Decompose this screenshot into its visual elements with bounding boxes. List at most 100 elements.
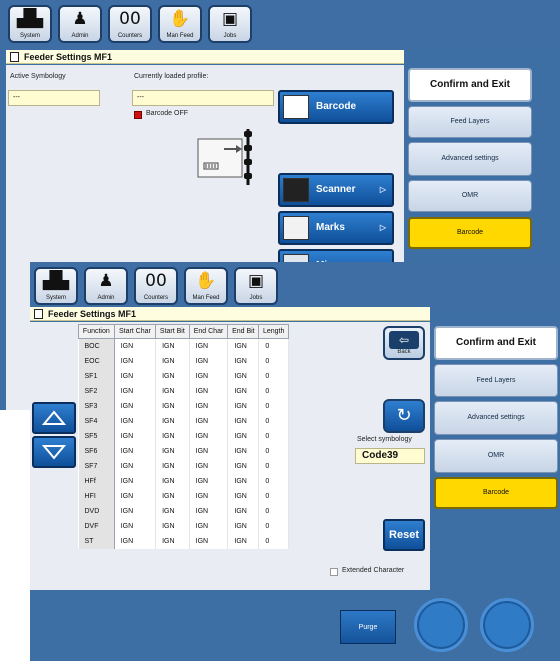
value-cell[interactable]: 0 bbox=[258, 428, 289, 444]
value-cell[interactable]: 0 bbox=[258, 368, 289, 384]
table-row[interactable]: SF4 IGN IGN IGN IGN 0 bbox=[78, 413, 289, 429]
value-cell[interactable]: IGN bbox=[155, 413, 190, 429]
purge-button[interactable]: Purge bbox=[340, 610, 396, 644]
value-cell[interactable]: IGN bbox=[114, 398, 157, 414]
value-cell[interactable]: IGN bbox=[227, 398, 260, 414]
table-row[interactable]: ST IGN IGN IGN IGN 0 bbox=[78, 533, 289, 549]
value-cell[interactable]: 0 bbox=[258, 518, 289, 534]
confirm-and-exit-button[interactable]: Confirm and Exit bbox=[434, 326, 558, 360]
nav-admin-button[interactable]: ♟ Admin bbox=[84, 267, 128, 305]
value-cell[interactable]: IGN bbox=[189, 428, 229, 444]
value-cell[interactable]: 0 bbox=[258, 503, 289, 519]
extended-character-checkbox[interactable] bbox=[330, 568, 338, 576]
value-cell[interactable]: IGN bbox=[114, 473, 157, 489]
value-cell[interactable]: IGN bbox=[155, 428, 190, 444]
value-cell[interactable]: IGN bbox=[189, 338, 229, 354]
value-cell[interactable]: IGN bbox=[227, 383, 260, 399]
scroll-up-button[interactable] bbox=[32, 402, 76, 434]
value-cell[interactable]: 0 bbox=[258, 383, 289, 399]
round-control-button-right[interactable] bbox=[480, 598, 534, 652]
value-cell[interactable]: IGN bbox=[227, 338, 260, 354]
value-cell[interactable]: IGN bbox=[189, 488, 229, 504]
nav-jobs-button[interactable]: ▣ Jobs bbox=[208, 5, 252, 43]
table-row[interactable]: DVD IGN IGN IGN IGN 0 bbox=[78, 503, 289, 519]
nav-man-feed-button[interactable]: ✋ Man Feed bbox=[158, 5, 202, 43]
value-cell[interactable]: IGN bbox=[114, 458, 157, 474]
value-cell[interactable]: IGN bbox=[227, 368, 260, 384]
table-row[interactable]: SF1 IGN IGN IGN IGN 0 bbox=[78, 368, 289, 384]
value-cell[interactable]: IGN bbox=[227, 503, 260, 519]
value-cell[interactable]: IGN bbox=[155, 398, 190, 414]
rotate-symbology-button[interactable]: ↻ bbox=[383, 399, 425, 433]
barcode-menu-button[interactable]: Barcode bbox=[434, 477, 558, 509]
value-cell[interactable]: IGN bbox=[114, 338, 157, 354]
value-cell[interactable]: IGN bbox=[227, 518, 260, 534]
value-cell[interactable]: IGN bbox=[155, 518, 190, 534]
value-cell[interactable]: 0 bbox=[258, 413, 289, 429]
value-cell[interactable]: 0 bbox=[258, 533, 289, 549]
value-cell[interactable]: 0 bbox=[258, 473, 289, 489]
table-row[interactable]: HFI IGN IGN IGN IGN 0 bbox=[78, 488, 289, 504]
value-cell[interactable]: IGN bbox=[189, 458, 229, 474]
value-cell[interactable]: IGN bbox=[155, 488, 190, 504]
nav-admin-button[interactable]: ♟ Admin bbox=[58, 5, 102, 43]
value-cell[interactable]: IGN bbox=[227, 413, 260, 429]
table-row[interactable]: DVF IGN IGN IGN IGN 0 bbox=[78, 518, 289, 534]
value-cell[interactable]: IGN bbox=[114, 383, 157, 399]
value-cell[interactable]: IGN bbox=[189, 518, 229, 534]
barcode-menu-button[interactable]: Barcode bbox=[408, 217, 532, 249]
value-cell[interactable]: IGN bbox=[189, 503, 229, 519]
value-cell[interactable]: IGN bbox=[114, 443, 157, 459]
nav-system-button[interactable]: ▟▙ System bbox=[8, 5, 52, 43]
value-cell[interactable]: IGN bbox=[155, 473, 190, 489]
feed-layers-button[interactable]: Feed Layers bbox=[408, 106, 532, 138]
table-row[interactable]: SF7 IGN IGN IGN IGN 0 bbox=[78, 458, 289, 474]
table-row[interactable]: SF3 IGN IGN IGN IGN 0 bbox=[78, 398, 289, 414]
value-cell[interactable]: IGN bbox=[155, 458, 190, 474]
value-cell[interactable]: IGN bbox=[114, 503, 157, 519]
value-cell[interactable]: IGN bbox=[155, 383, 190, 399]
barcode-button[interactable]: Barcode bbox=[278, 90, 394, 124]
nav-system-button[interactable]: ▟▙ System bbox=[34, 267, 78, 305]
confirm-and-exit-button[interactable]: Confirm and Exit bbox=[408, 68, 532, 102]
value-cell[interactable]: IGN bbox=[155, 443, 190, 459]
value-cell[interactable]: 0 bbox=[258, 443, 289, 459]
feed-layers-button[interactable]: Feed Layers bbox=[434, 364, 558, 397]
value-cell[interactable]: IGN bbox=[227, 488, 260, 504]
marks-button[interactable]: Marks ▷ bbox=[278, 211, 394, 245]
value-cell[interactable]: IGN bbox=[114, 518, 157, 534]
value-cell[interactable]: IGN bbox=[114, 488, 157, 504]
value-cell[interactable]: IGN bbox=[189, 443, 229, 459]
value-cell[interactable]: IGN bbox=[227, 353, 260, 369]
value-cell[interactable]: IGN bbox=[227, 458, 260, 474]
table-row[interactable]: SF2 IGN IGN IGN IGN 0 bbox=[78, 383, 289, 399]
value-cell[interactable]: IGN bbox=[155, 533, 190, 549]
table-row[interactable]: BOC IGN IGN IGN IGN 0 bbox=[78, 338, 289, 354]
advanced-settings-button[interactable]: Advanced settings bbox=[434, 401, 558, 435]
table-row[interactable]: EOC IGN IGN IGN IGN 0 bbox=[78, 353, 289, 369]
omr-button[interactable]: OMR bbox=[408, 180, 532, 212]
nav-jobs-button[interactable]: ▣ Jobs bbox=[234, 267, 278, 305]
value-cell[interactable]: IGN bbox=[155, 368, 190, 384]
value-cell[interactable]: IGN bbox=[189, 398, 229, 414]
symbology-field[interactable]: Code39 bbox=[355, 448, 425, 464]
value-cell[interactable]: IGN bbox=[227, 473, 260, 489]
omr-button[interactable]: OMR bbox=[434, 439, 558, 473]
table-row[interactable]: SF5 IGN IGN IGN IGN 0 bbox=[78, 428, 289, 444]
value-cell[interactable]: IGN bbox=[155, 503, 190, 519]
value-cell[interactable]: IGN bbox=[227, 443, 260, 459]
value-cell[interactable]: IGN bbox=[227, 428, 260, 444]
value-cell[interactable]: 0 bbox=[258, 488, 289, 504]
value-cell[interactable]: 0 bbox=[258, 398, 289, 414]
round-control-button-left[interactable] bbox=[414, 598, 468, 652]
value-cell[interactable]: IGN bbox=[189, 353, 229, 369]
scanner-button[interactable]: Scanner ▷ bbox=[278, 173, 394, 207]
value-cell[interactable]: IGN bbox=[189, 383, 229, 399]
value-cell[interactable]: IGN bbox=[227, 533, 260, 549]
scroll-down-button[interactable] bbox=[32, 436, 76, 468]
value-cell[interactable]: IGN bbox=[155, 353, 190, 369]
nav-counters-button[interactable]: 00 Counters bbox=[108, 5, 152, 43]
value-cell[interactable]: IGN bbox=[189, 533, 229, 549]
reset-button[interactable]: Reset bbox=[383, 519, 425, 551]
nav-counters-button[interactable]: 00 Counters bbox=[134, 267, 178, 305]
